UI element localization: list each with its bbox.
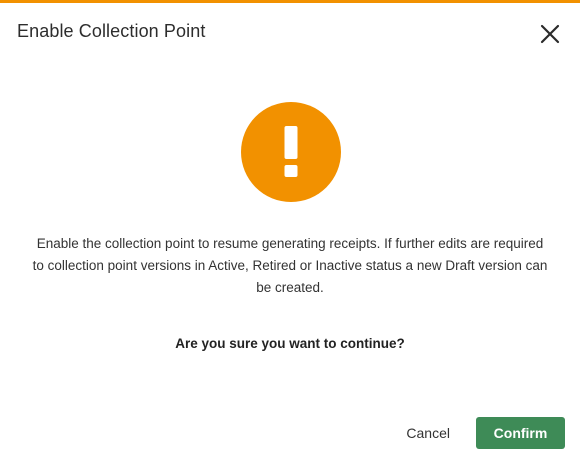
confirmation-question: Are you sure you want to continue?: [175, 336, 405, 351]
cancel-button[interactable]: Cancel: [388, 417, 468, 449]
close-button[interactable]: [538, 22, 562, 46]
dialog-header: Enable Collection Point: [0, 3, 580, 61]
dialog-message: Enable the collection point to resume ge…: [32, 236, 548, 295]
dialog-title: Enable Collection Point: [17, 21, 206, 41]
exclamation-warning-icon: [241, 102, 341, 202]
close-icon: [540, 24, 560, 44]
enable-collection-point-dialog: Enable Collection Point Enable the colle…: [0, 0, 580, 464]
confirm-button[interactable]: Confirm: [476, 417, 565, 449]
dialog-footer: Cancel Confirm: [388, 417, 565, 449]
